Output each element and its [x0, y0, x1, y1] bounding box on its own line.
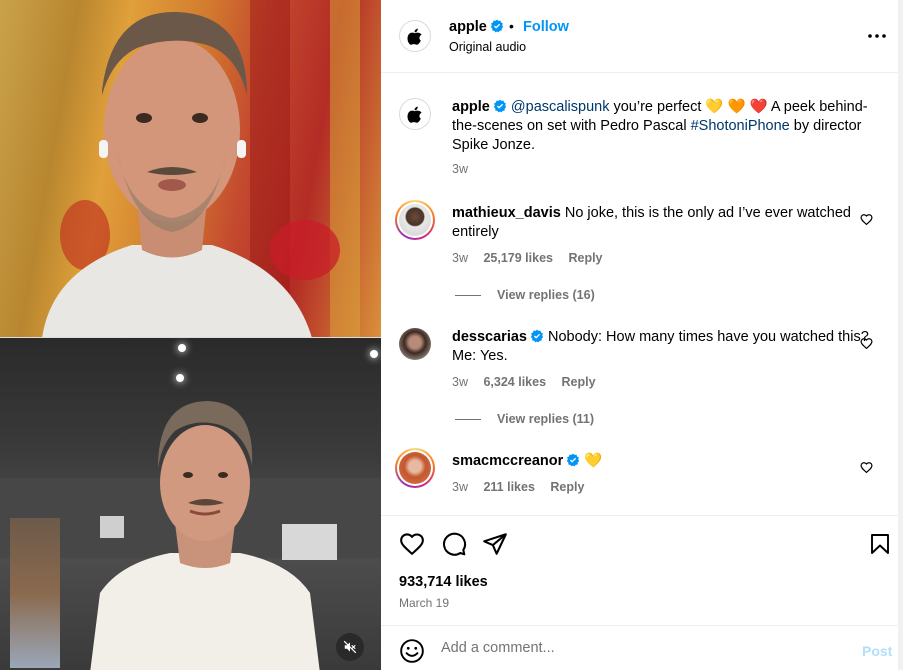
comment-likes[interactable]: 211 likes [483, 480, 534, 494]
author-avatar[interactable] [399, 20, 431, 52]
caption-author-avatar[interactable] [399, 98, 431, 130]
like-button[interactable] [398, 530, 426, 558]
share-button[interactable] [481, 530, 509, 558]
caption-mention-link[interactable]: @pascalispunk [511, 99, 610, 115]
caption-meta: 3w [452, 162, 480, 176]
comment-username[interactable]: mathieux_davis [452, 205, 561, 221]
comment-text: mathieux_davis No joke, this is the only… [452, 204, 872, 242]
like-comment-heart-icon[interactable] [860, 461, 873, 474]
author-username[interactable]: apple [449, 19, 504, 35]
apple-logo-icon [407, 28, 422, 45]
post-actions: 933,714 likes March 19 [381, 515, 903, 625]
reply-button[interactable]: Reply [568, 251, 602, 265]
follow-button[interactable]: Follow [523, 19, 569, 35]
comment-username[interactable]: desscarias [452, 329, 527, 345]
video-frame-bottom [0, 338, 381, 670]
heart-icon [400, 533, 424, 556]
video-frame-top [0, 0, 381, 338]
caption-username[interactable]: apple [452, 99, 490, 115]
apple-logo-icon [407, 106, 422, 123]
comment-meta: 3w 211 likes Reply [452, 480, 596, 494]
comment-age[interactable]: 3w [452, 375, 468, 389]
reply-button[interactable]: Reply [562, 375, 596, 389]
comment-text: smacmccreanor 💛 [452, 452, 872, 471]
comment-meta: 3w 25,179 likes Reply [452, 251, 615, 265]
emoji-picker-button[interactable] [399, 638, 425, 664]
person-portrait-top [42, 11, 312, 338]
comment-age[interactable]: 3w [452, 251, 468, 265]
comment-body: 💛 [580, 453, 603, 469]
post-header: apple • Follow Original audio [381, 0, 903, 73]
verified-badge-icon [530, 329, 544, 343]
original-audio-link[interactable]: Original audio [449, 40, 526, 54]
save-button[interactable] [866, 530, 894, 558]
verified-badge-icon [490, 19, 503, 33]
speaker-muted-icon [343, 640, 357, 654]
verified-badge-icon [567, 453, 580, 467]
view-replies-button[interactable]: View replies (16) [455, 288, 595, 302]
comment-input[interactable] [441, 640, 841, 656]
comment-button[interactable] [440, 530, 468, 558]
commenter-avatar[interactable] [395, 200, 435, 240]
post-comment-button[interactable]: Post [862, 643, 892, 659]
person-portrait-bottom [90, 401, 320, 670]
caption-age[interactable]: 3w [452, 162, 468, 176]
like-comment-heart-icon[interactable] [860, 337, 873, 350]
comment-meta: 3w 6,324 likes Reply [452, 375, 608, 389]
header-separator: • [509, 18, 514, 34]
caption-text-part: you’re perfect [609, 99, 706, 115]
comment-likes[interactable]: 6,324 likes [483, 375, 546, 389]
verified-badge-icon [493, 99, 506, 113]
comments-list[interactable]: apple @pascalispunk you’re perfect 💛 🧡 ❤… [381, 74, 903, 515]
comment-bubble-icon [443, 532, 467, 556]
audio-muted-button[interactable] [336, 633, 364, 661]
likes-count[interactable]: 933,714 likes [399, 574, 488, 590]
more-horizontal-icon [868, 34, 886, 38]
post-details-panel: apple • Follow Original audio apple @pas… [381, 0, 903, 670]
post-date[interactable]: March 19 [399, 596, 449, 610]
bookmark-icon [871, 534, 889, 554]
instagram-post-modal: apple • Follow Original audio apple @pas… [0, 0, 903, 670]
reply-button[interactable]: Reply [550, 480, 584, 494]
comment-likes[interactable]: 25,179 likes [483, 251, 553, 265]
page-scrollbar[interactable] [898, 0, 903, 670]
comment-age[interactable]: 3w [452, 480, 468, 494]
commenter-avatar[interactable] [395, 448, 435, 488]
comment-text: desscarias Nobody: How many times have y… [452, 328, 872, 366]
caption-text: apple @pascalispunk you’re perfect 💛 🧡 ❤… [452, 98, 877, 155]
emoji-smiley-icon [400, 639, 424, 663]
add-comment-bar: Post [381, 625, 903, 670]
like-comment-heart-icon[interactable] [860, 213, 873, 226]
post-video[interactable] [0, 0, 381, 670]
send-paper-plane-icon [483, 533, 507, 555]
view-replies-button[interactable]: View replies (11) [455, 412, 594, 426]
commenter-avatar[interactable] [399, 328, 431, 360]
caption-hashtag-link[interactable]: #ShotoniPhone [691, 118, 790, 134]
comment-username[interactable]: smacmccreanor [452, 453, 563, 469]
more-options-button[interactable] [865, 26, 889, 46]
caption-emojis: 💛 🧡 ❤️ [705, 99, 768, 115]
